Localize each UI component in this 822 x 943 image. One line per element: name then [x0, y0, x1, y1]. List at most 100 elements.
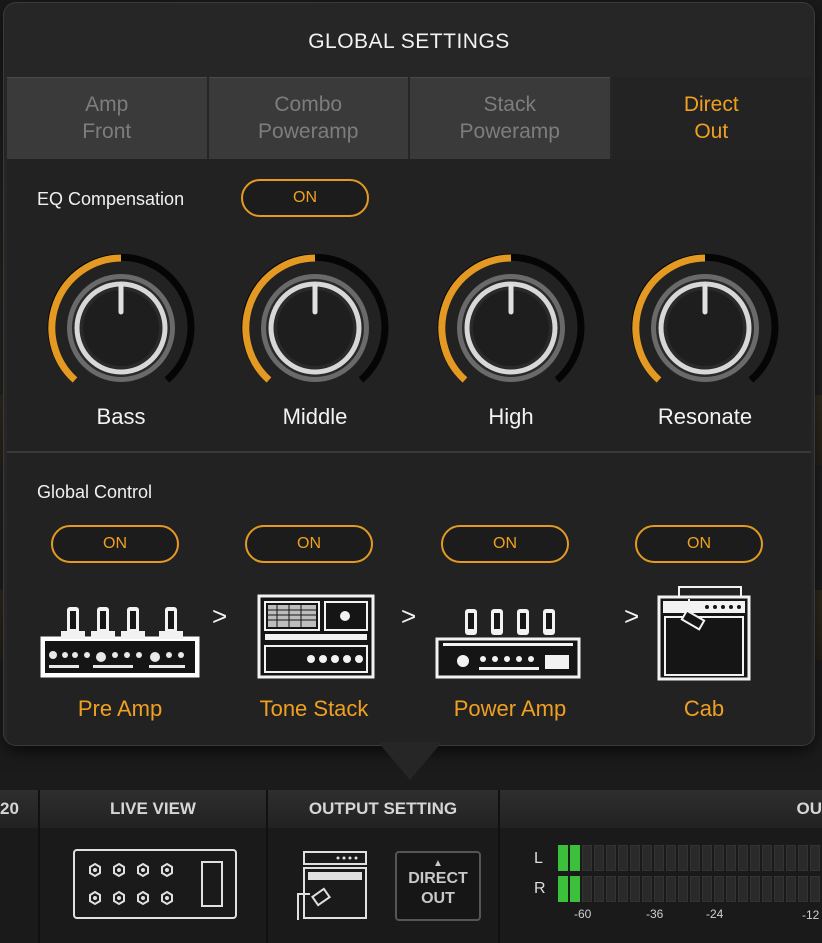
meter-channel-l: L: [534, 850, 543, 867]
meter-segment: [594, 845, 604, 871]
tab-label: Out: [694, 120, 729, 143]
cab-icon: [657, 586, 751, 681]
meter-scale-label: -12: [802, 908, 820, 922]
meter-segment: [666, 845, 676, 871]
tab-combo-poweramp[interactable]: Combo Poweramp: [208, 77, 408, 159]
eq-compensation-label: EQ Compensation: [37, 189, 185, 209]
middle-label: Middle: [282, 404, 348, 429]
meter-scale-label: -36: [646, 907, 664, 921]
meter-segment: [582, 845, 592, 871]
meter-scale-label: -24: [706, 907, 724, 921]
meter-segment: [750, 845, 760, 871]
high-label: High: [488, 404, 534, 429]
resonate-label: Resonate: [657, 404, 753, 429]
preamp-label: Pre Amp: [77, 696, 163, 721]
meter-segment: [786, 845, 796, 871]
meter-segment: [678, 876, 688, 902]
tab-amp-front[interactable]: Amp Front: [7, 77, 207, 159]
tone-stack-label: Tone Stack: [259, 696, 369, 721]
bottom-tab-partial[interactable]: 20: [0, 790, 40, 828]
tab-label: Poweramp: [258, 120, 359, 143]
meter-segment: [714, 876, 724, 902]
direct-out-line2: OUT: [421, 890, 455, 907]
knob-graphic: [437, 253, 585, 383]
meter-segment: [726, 876, 736, 902]
preamp-toggle[interactable]: ON: [51, 525, 179, 563]
meter-segment: [690, 876, 700, 902]
pedalboard-icon[interactable]: [72, 848, 238, 920]
global-control-label: Global Control: [37, 482, 153, 502]
chain-separator: >: [401, 601, 417, 631]
meter-scale-label: -60: [574, 907, 592, 921]
meter-segment: [630, 876, 640, 902]
output-header-partial: OU: [500, 790, 822, 828]
meter-segment: [654, 876, 664, 902]
tab-stack-poweramp[interactable]: Stack Poweramp: [410, 77, 610, 159]
meter-segment: [558, 876, 568, 902]
meter-segment: [594, 876, 604, 902]
meter-segment: [738, 876, 748, 902]
knob-graphic: [241, 253, 389, 383]
meter-segment: [762, 845, 772, 871]
meter-segment: [582, 876, 592, 902]
tone-stack-toggle[interactable]: ON: [245, 525, 373, 563]
tab-direct-out[interactable]: Direct Out: [611, 77, 811, 159]
direct-out-button[interactable]: ▲ DIRECT OUT: [395, 851, 481, 921]
tab-label: Amp: [85, 93, 129, 116]
meter-segment: [762, 876, 772, 902]
meter-segment: [726, 845, 736, 871]
meter-segment: [702, 876, 712, 902]
meter-segment: [774, 845, 784, 871]
meter-segment: [810, 876, 820, 902]
tab-label: Front: [82, 120, 132, 143]
knob-graphic: [47, 253, 195, 383]
power-amp-toggle[interactable]: ON: [441, 525, 569, 563]
partial-panel: [0, 828, 40, 943]
meter-segment: [786, 876, 796, 902]
meter-segment: [678, 845, 688, 871]
meter-segment: [738, 845, 748, 871]
meter-segment: [750, 876, 760, 902]
tab-label: Poweramp: [459, 120, 560, 143]
global-settings-dialog: GLOBAL SETTINGS Amp Front Combo Poweramp S…: [4, 3, 814, 745]
meter-segment: [690, 845, 700, 871]
bass-knob[interactable]: Bass: [41, 252, 201, 452]
preamp-icon: [40, 607, 200, 678]
bass-label: Bass: [96, 404, 146, 429]
chain-separator: >: [212, 601, 228, 631]
meter-segment: [654, 845, 664, 871]
output-setting-header[interactable]: OUTPUT SETTING: [268, 790, 500, 828]
dialog-pointer: [378, 742, 442, 780]
high-knob[interactable]: High: [431, 252, 591, 452]
meter-segment: [798, 876, 808, 902]
amp-output-icon[interactable]: [290, 850, 372, 920]
meter-segment: [606, 845, 616, 871]
dialog-title: GLOBAL SETTINGS: [308, 30, 510, 53]
tone-stack-icon: [257, 594, 375, 679]
meter-segment: [642, 845, 652, 871]
live-view-header[interactable]: LIVE VIEW: [40, 790, 268, 828]
middle-knob[interactable]: Middle: [235, 252, 395, 452]
meter-segment: [666, 876, 676, 902]
direct-out-line1: DIRECT: [408, 870, 468, 887]
cab-label: Cab: [683, 696, 725, 721]
eq-compensation-toggle[interactable]: ON: [241, 179, 369, 217]
tab-label: Combo: [274, 93, 343, 116]
knob-graphic: [631, 253, 779, 383]
meter-segment: [570, 845, 580, 871]
meter-segment: [642, 876, 652, 902]
power-amp-icon: [435, 609, 581, 679]
meter-segment: [606, 876, 616, 902]
up-arrow-icon: ▲: [433, 858, 443, 869]
meter-segment: [702, 845, 712, 871]
meter-segment: [798, 845, 808, 871]
power-amp-label: Power Amp: [453, 696, 567, 721]
meter-segment: [618, 876, 628, 902]
resonate-knob[interactable]: Resonate: [625, 252, 785, 452]
meter-segment: [774, 876, 784, 902]
meter-segment: [570, 876, 580, 902]
meter-segment: [630, 845, 640, 871]
cab-toggle[interactable]: ON: [635, 525, 763, 563]
meter-segment: [810, 845, 820, 871]
section-divider: [7, 451, 811, 453]
